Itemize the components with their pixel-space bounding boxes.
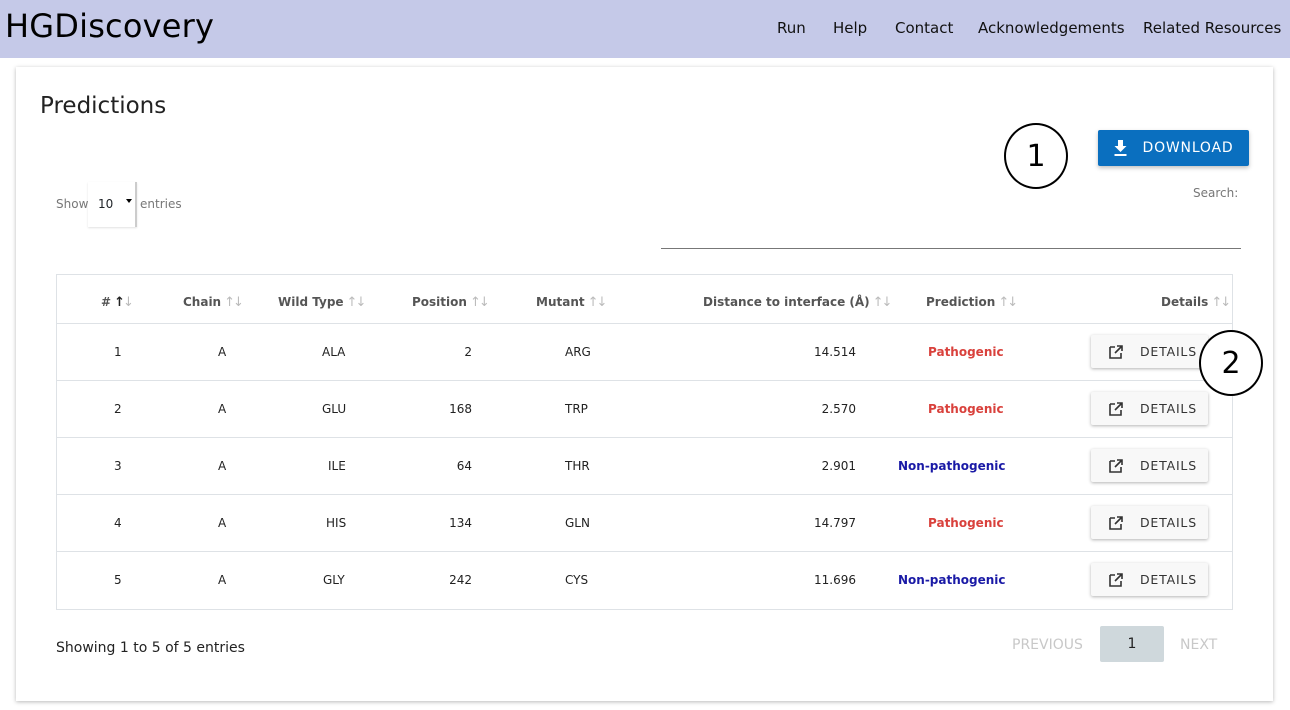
predictions-card: Predictions DOWNLOAD 1 Show 10 entries S… xyxy=(16,67,1273,701)
top-navbar: HGDiscovery Run Help Contact Acknowledge… xyxy=(0,0,1290,58)
table-row: 5 A GLY 242 CYS 11.696 Non-pathogenic DE… xyxy=(57,551,1232,608)
cell-mutant: ARG xyxy=(565,345,591,359)
cell-chain: A xyxy=(218,516,227,530)
cell-wild-type: ALA xyxy=(322,345,346,359)
chevron-down-icon xyxy=(126,199,132,203)
download-button-label: DOWNLOAD xyxy=(1142,140,1234,156)
details-button-label: DETAILS xyxy=(1140,458,1197,473)
table-row: 4 A HIS 134 GLN 14.797 Pathogenic DETAIL… xyxy=(57,494,1232,551)
sort-arrows-icon: ↑↓ xyxy=(224,295,244,310)
cell-mutant: THR xyxy=(565,459,590,473)
cell-wild-type: HIS xyxy=(326,516,347,530)
details-button-label: DETAILS xyxy=(1140,344,1197,359)
column-header-prediction[interactable]: Prediction ↑↓ xyxy=(926,295,1018,310)
cell-number: 1 xyxy=(114,345,122,359)
sort-arrows-icon: ↑↓ xyxy=(998,295,1018,310)
sort-arrows-icon: ↑↓ xyxy=(346,295,367,310)
cell-prediction-non-pathogenic: Non-pathogenic xyxy=(898,459,1006,473)
cell-chain: A xyxy=(218,459,227,473)
sort-arrows-icon: ↑↓ xyxy=(872,295,893,310)
cell-chain: A xyxy=(218,573,227,587)
column-header-wild-type[interactable]: Wild Type ↑↓ xyxy=(278,295,367,310)
cell-wild-type: ILE xyxy=(328,459,346,473)
callout-marker-1: 1 xyxy=(1004,123,1068,189)
download-icon xyxy=(1114,140,1127,156)
nav-link-related-resources[interactable]: Related Resources xyxy=(1143,19,1281,37)
sort-arrows-icon: ↑↓ xyxy=(114,295,134,310)
cell-distance: 14.514 xyxy=(814,345,856,359)
cell-prediction-pathogenic: Pathogenic xyxy=(928,402,1004,416)
cell-position: 242 xyxy=(449,573,472,587)
length-show-label: Show xyxy=(56,197,89,211)
sort-arrows-icon: ↑↓ xyxy=(587,295,608,310)
predictions-table: # ↑↓ Chain ↑↓ Wild Type ↑↓ Position ↑↓ Mutan… xyxy=(56,274,1233,610)
sort-arrows-icon: ↑↓ xyxy=(469,295,490,310)
search-label: Search: xyxy=(1193,186,1239,200)
open-in-new-icon xyxy=(1109,515,1123,530)
cell-position: 64 xyxy=(456,459,472,473)
column-header-mutant[interactable]: Mutant ↑↓ xyxy=(536,295,608,310)
cell-number: 3 xyxy=(114,459,122,473)
details-button[interactable]: DETAILS xyxy=(1091,392,1208,425)
cell-distance: 2.570 xyxy=(821,402,856,416)
open-in-new-icon xyxy=(1109,401,1123,416)
next-page-button[interactable]: NEXT xyxy=(1180,637,1217,653)
callout-marker-2: 2 xyxy=(1199,330,1263,396)
cell-position: 134 xyxy=(449,516,472,530)
details-button[interactable]: DETAILS xyxy=(1091,335,1208,368)
open-in-new-icon xyxy=(1109,458,1123,473)
cell-mutant: TRP xyxy=(565,402,588,416)
page-title: Predictions xyxy=(40,93,167,119)
table-row: 1 A ALA 2 ARG 14.514 Pathogenic DETAILS xyxy=(57,323,1232,380)
details-button-label: DETAILS xyxy=(1140,572,1197,587)
previous-page-button[interactable]: PREVIOUS xyxy=(1012,637,1083,653)
column-header-details[interactable]: Details ↑↓ xyxy=(1161,295,1231,310)
page-number-button[interactable]: 1 xyxy=(1100,626,1164,662)
nav-link-acknowledgements[interactable]: Acknowledgements xyxy=(978,19,1125,37)
cell-number: 2 xyxy=(114,402,122,416)
cell-position: 2 xyxy=(464,345,472,359)
download-button[interactable]: DOWNLOAD xyxy=(1098,130,1249,166)
cell-distance: 14.797 xyxy=(814,516,856,530)
brand-logo[interactable]: HGDiscovery xyxy=(5,7,214,45)
cell-chain: A xyxy=(218,402,227,416)
column-header-number[interactable]: # ↑↓ xyxy=(101,295,134,310)
details-button[interactable]: DETAILS xyxy=(1091,506,1208,539)
search-input[interactable] xyxy=(661,227,1241,249)
cell-number: 5 xyxy=(114,573,122,587)
open-in-new-icon xyxy=(1109,344,1123,359)
cell-distance: 11.696 xyxy=(814,573,856,587)
column-header-distance[interactable]: Distance to interface (Å) ↑↓ xyxy=(703,295,893,310)
cell-mutant: GLN xyxy=(565,516,590,530)
sort-arrows-icon: ↑↓ xyxy=(1211,295,1231,310)
cell-prediction-pathogenic: Pathogenic xyxy=(928,345,1004,359)
column-header-position[interactable]: Position ↑↓ xyxy=(412,295,490,310)
table-row: 2 A GLU 168 TRP 2.570 Pathogenic DETAILS xyxy=(57,380,1232,437)
cell-chain: A xyxy=(218,345,227,359)
page-length-select[interactable]: 10 xyxy=(88,182,137,227)
page-length-value: 10 xyxy=(98,197,114,211)
cell-mutant: CYS xyxy=(565,573,589,587)
details-button[interactable]: DETAILS xyxy=(1091,563,1208,596)
cell-distance: 2.901 xyxy=(821,459,856,473)
table-row: 3 A ILE 64 THR 2.901 Non-pathogenic DETA… xyxy=(57,437,1232,494)
nav-link-contact[interactable]: Contact xyxy=(895,19,953,37)
table-info: Showing 1 to 5 of 5 entries xyxy=(56,640,245,656)
cell-position: 168 xyxy=(449,402,472,416)
cell-number: 4 xyxy=(114,516,122,530)
cell-wild-type: GLY xyxy=(323,573,345,587)
cell-prediction-non-pathogenic: Non-pathogenic xyxy=(898,573,1006,587)
open-in-new-icon xyxy=(1109,572,1123,587)
column-header-chain[interactable]: Chain ↑↓ xyxy=(183,295,244,310)
details-button[interactable]: DETAILS xyxy=(1091,449,1208,482)
nav-link-help[interactable]: Help xyxy=(833,19,867,37)
cell-wild-type: GLU xyxy=(322,402,347,416)
details-button-label: DETAILS xyxy=(1140,515,1197,530)
details-button-label: DETAILS xyxy=(1140,401,1197,416)
cell-prediction-pathogenic: Pathogenic xyxy=(928,516,1004,530)
nav-link-run[interactable]: Run xyxy=(777,19,806,37)
length-entries-label: entries xyxy=(140,197,182,211)
